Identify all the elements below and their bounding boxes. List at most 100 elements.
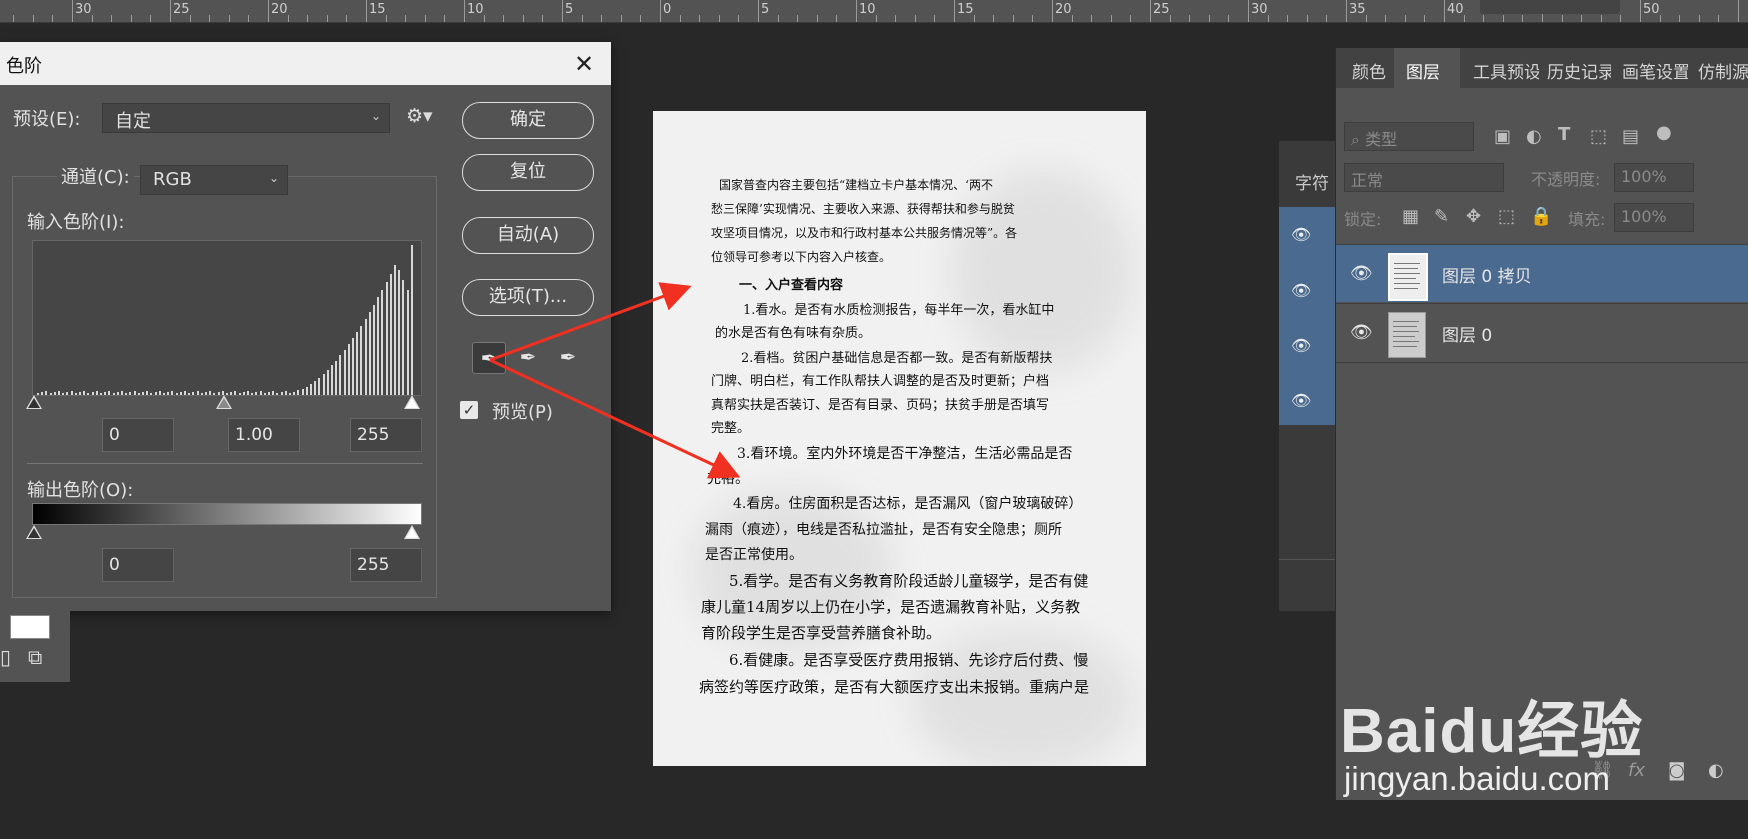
lock-transparency-icon[interactable]: ▦ (1402, 206, 1419, 227)
histogram-bar (398, 270, 401, 395)
layer-style-icon[interactable]: fx (1628, 760, 1645, 781)
layers-panel: 颜色 图层 工具预设 历史记录 画笔设置 仿制源 ⌕ 类型 ▣ ◐ T ⬚ ▤ … (1335, 48, 1748, 800)
lock-image-pixels-icon[interactable]: ✎ (1434, 206, 1449, 227)
input-gamma-field[interactable]: 1.00 (228, 418, 300, 452)
input-black-field[interactable]: 0 (102, 418, 174, 452)
document-text-line: 是否正常使用。 (705, 547, 803, 563)
histogram (32, 240, 422, 396)
lock-label: 锁定: (1344, 210, 1382, 229)
histogram-bar (175, 393, 178, 395)
gray-point-eyedropper-icon[interactable]: ✒ (512, 342, 544, 372)
background-color-swatch[interactable] (10, 615, 50, 639)
artboard-lock-icon[interactable]: ⬚ (1498, 206, 1515, 227)
tab-character[interactable]: 字符 (1295, 169, 1329, 194)
document-canvas[interactable]: 国家普查内容主要包括“建档立卡户基本情况、‘两不 愁三保障’实现情况、主要收入来源… (653, 111, 1146, 766)
reset-button[interactable]: 复位 (462, 154, 594, 191)
options-button[interactable]: 选项(T)... (462, 279, 594, 316)
adjustment-layer-icon[interactable]: ◐ (1708, 760, 1724, 781)
type-filter-icon[interactable]: T (1558, 124, 1570, 145)
lock-position-icon[interactable]: ✥ (1466, 206, 1481, 227)
white-point-eyedropper-icon[interactable]: ✒ (552, 342, 584, 372)
eye-icon[interactable]: 👁 (1291, 391, 1311, 410)
eye-icon[interactable]: 👁 (1350, 263, 1373, 284)
ruler-label: 30 (75, 2, 92, 17)
smart-object-filter-icon[interactable]: ▤ (1622, 126, 1639, 147)
blend-mode-select[interactable]: 正常 (1344, 163, 1504, 192)
preview-checkbox[interactable]: ✓ (460, 401, 478, 419)
ruler-minor-tick (1169, 15, 1171, 22)
output-black-field[interactable]: 0 (102, 548, 174, 582)
eye-icon[interactable]: 👁 (1291, 281, 1311, 300)
output-white-field[interactable]: 255 (350, 548, 422, 582)
histogram-bar (373, 304, 375, 395)
histogram-bar (142, 392, 144, 395)
eye-icon[interactable]: 👁 (1291, 336, 1311, 355)
ruler-minor-tick (699, 15, 701, 22)
divider (27, 463, 423, 464)
layer-row-copy[interactable]: 👁 图层 0 拷贝 (1336, 245, 1748, 302)
ruler-label: 5 (565, 2, 574, 17)
histogram-bar (394, 265, 396, 395)
pixel-filter-icon[interactable]: ▣ (1494, 126, 1511, 147)
add-mask-icon[interactable]: ◙ (1668, 760, 1685, 781)
ruler-minor-tick (1718, 15, 1720, 22)
layer-row-original[interactable]: 👁 图层 0 (1336, 304, 1748, 361)
black-point-eyedropper-icon[interactable]: ✒ (472, 342, 506, 374)
eye-icon[interactable]: 👁 (1350, 322, 1373, 343)
tab-clone-source[interactable]: 仿制源 (1698, 58, 1748, 83)
quick-mask-icon[interactable]: ▯ (0, 645, 11, 669)
ruler-label: 5 (761, 2, 770, 17)
tools-panel-fragment: ⧉ ▯ (0, 611, 70, 682)
ruler-label: 25 (1153, 2, 1170, 17)
tab-color[interactable]: 颜色 (1352, 58, 1386, 83)
document-text-line: 6.看健康。是否享受医疗费用报销、先诊疗后付费、慢 (729, 651, 1089, 669)
close-icon[interactable]: ✕ (572, 52, 596, 76)
ruler-label: 50 (1643, 2, 1660, 17)
tab-tool-presets[interactable]: 工具预设 (1473, 58, 1539, 83)
tab-history[interactable]: 历史记录 (1547, 58, 1611, 83)
opacity-field[interactable]: 100% (1614, 163, 1694, 192)
ruler-minor-tick (1620, 15, 1622, 22)
gear-icon[interactable]: ⚙▾ (406, 105, 433, 127)
histogram-bar (184, 391, 186, 395)
adjustment-filter-icon[interactable]: ◐ (1526, 126, 1542, 147)
document-text-line: 完整。 (711, 421, 751, 436)
tab-brush-settings[interactable]: 画笔设置 (1622, 58, 1688, 83)
document-text-line: 国家普查内容主要包括“建档立卡户基本情况、‘两不 (719, 178, 993, 192)
channel-select[interactable]: RGB ⌄ (140, 165, 288, 195)
preset-select[interactable]: 自定 ⌄ (102, 103, 390, 133)
histogram-bar (146, 391, 149, 395)
input-black-slider-fill (28, 398, 40, 408)
histogram-bar (293, 392, 296, 395)
ruler-minor-tick (1189, 15, 1191, 22)
histogram-bar (284, 391, 287, 395)
lock-all-icon[interactable]: 🔒 (1530, 206, 1552, 227)
ruler-minor-tick (1267, 15, 1269, 22)
ok-button[interactable]: 确定 (462, 102, 594, 139)
histogram-bar (259, 391, 262, 395)
ruler-minor-tick (1365, 15, 1367, 22)
ruler-major-tick (1346, 0, 1347, 22)
filter-toggle-icon[interactable]: ● (1656, 122, 1672, 143)
ruler-minor-tick (836, 15, 838, 22)
ruler-major-tick (72, 0, 73, 22)
ruler-minor-tick (1110, 15, 1112, 22)
fill-field[interactable]: 100% (1614, 203, 1694, 232)
input-white-field[interactable]: 255 (350, 418, 422, 452)
link-layers-icon[interactable]: ⛓ (1591, 760, 1614, 781)
layer-thumbnail (1388, 312, 1426, 358)
ruler-minor-tick (1698, 15, 1700, 22)
ruler-major-tick (856, 0, 857, 22)
layer-filter-select[interactable]: ⌕ 类型 (1344, 122, 1474, 151)
ruler-minor-tick (326, 15, 328, 22)
histogram-bar (242, 392, 245, 395)
histogram-bar (326, 369, 329, 395)
divider (1279, 559, 1339, 560)
screen-mode-icon[interactable]: ⧉ (28, 645, 42, 669)
tab-layers[interactable]: 图层 (1406, 58, 1440, 83)
ruler-minor-tick (32, 15, 34, 22)
shape-filter-icon[interactable]: ⬚ (1590, 126, 1607, 147)
document-text-line: 充裕。 (707, 471, 749, 487)
auto-button[interactable]: 自动(A) (462, 217, 594, 254)
eye-icon[interactable]: 👁 (1291, 225, 1311, 244)
